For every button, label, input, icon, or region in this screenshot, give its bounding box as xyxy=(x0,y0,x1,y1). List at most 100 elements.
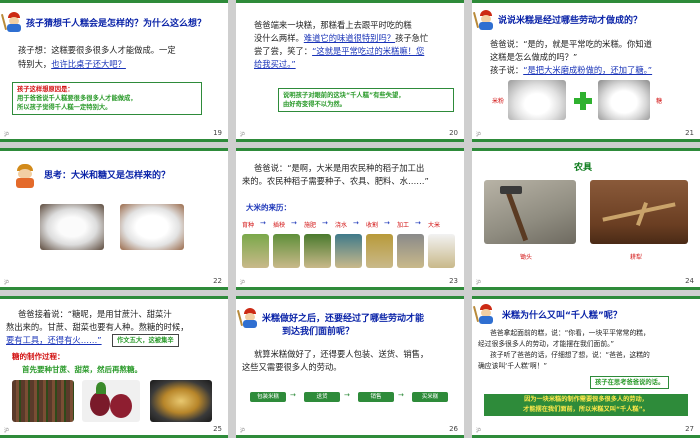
body-line: 特别大，也许比桌子还大吧？ xyxy=(18,59,126,69)
annotation-badge: 作文五大，这被集辛 xyxy=(112,334,179,347)
sugar-label: 糖 xyxy=(656,98,663,105)
flow-arrow-icon: → xyxy=(384,219,390,227)
slide-23[interactable]: 爸爸说：“是啊，大米是用农民种的稻子加工出 来的。农民种稻子需要种子、农具、肥料… xyxy=(236,148,464,290)
slide-number: 27 xyxy=(685,425,694,433)
slide-21[interactable]: 说说米糕是经过哪些劳动才做成的？ 爸爸说：“是的，就是平常吃的米糕。你知道 这糕… xyxy=(472,0,700,142)
body-line: 孩子想：这糕要很多很多人才能做成。一定 xyxy=(18,45,176,55)
flow-step-image xyxy=(242,234,269,268)
footer-text: 沪 xyxy=(476,280,482,286)
flow-step-image xyxy=(273,234,300,268)
slide-title: 孩子猜想千人糕会是怎样的？为什么这么想？ xyxy=(26,19,207,29)
flow-arrow-icon: → xyxy=(398,391,404,399)
flow-arrow-icon: → xyxy=(291,219,297,227)
body-line: 爸爸说：“是啊，大米是用农民种的稻子加工出 xyxy=(254,163,425,173)
bottom-border xyxy=(236,139,464,142)
flow-step-label: 大米 xyxy=(428,222,441,229)
flow-step-label: 育种 xyxy=(242,222,255,229)
plus-icon xyxy=(574,92,592,110)
footer-text: 沪 xyxy=(4,280,10,286)
body-line: 孩子听了爸爸的话，仔细想了想，说：“爸爸，这糕的 xyxy=(490,351,650,359)
rice-flour-label: 米粉 xyxy=(492,98,505,105)
top-border xyxy=(236,0,464,3)
slide-number: 20 xyxy=(449,129,458,137)
flow-step-button[interactable]: 销售 xyxy=(358,392,394,402)
body-line: 没什么两样。难道它的味道很特别吗？孩子急忙 xyxy=(254,33,429,43)
top-border xyxy=(236,148,464,151)
flow-step-button[interactable]: 送货 xyxy=(304,392,340,402)
top-border xyxy=(472,296,700,299)
flow-arrow-icon: → xyxy=(290,391,296,399)
body-line: 经过很多很多人的劳动，才能摆在我们面前。” xyxy=(478,340,615,348)
flow-step-image xyxy=(428,234,455,268)
slide-number: 21 xyxy=(685,129,694,137)
thinking-kid-icon xyxy=(14,164,36,188)
slide-title: 农具 xyxy=(574,163,593,173)
flow-step-label: 浇水 xyxy=(335,222,348,229)
bottom-border xyxy=(0,139,228,142)
slide-19[interactable]: 孩子猜想千人糕会是怎样的？为什么这么想？ 孩子想：这糕要很多很多人才能做成。一定… xyxy=(0,0,228,142)
slide-number: 19 xyxy=(213,129,222,137)
footer-text: 沪 xyxy=(240,428,246,434)
flow-step-button[interactable]: 包装米糕 xyxy=(250,392,286,402)
analysis-box: 孩子这样想原因是： 用于爸爸说千人糕要很多很多人才能做成， 所以孩子觉得千人糕一… xyxy=(12,82,202,115)
note-box: 孩子在思考爸爸说的话。 xyxy=(590,376,670,389)
slide-number: 24 xyxy=(685,277,694,285)
rice-image xyxy=(40,204,104,250)
footer-text: 沪 xyxy=(240,280,246,286)
slide-25[interactable]: 爸爸接着说：“糖呢，是用甘蔗汁、甜菜汁 熬出来的。甘蔗、甜菜也要有人种。熬糖的时… xyxy=(0,296,228,438)
flow-step-label: 插秧 xyxy=(273,222,286,229)
flow-step-label: 施肥 xyxy=(304,222,317,229)
flow-arrow-icon: → xyxy=(260,219,266,227)
teacher-icon xyxy=(0,12,23,32)
top-border xyxy=(0,0,228,3)
footer-text: 沪 xyxy=(476,132,482,138)
slide-20[interactable]: 爸爸端来一块糕，那糕看上去跟平时吃的糕 没什么两样。难道它的味道很特别吗？孩子急… xyxy=(236,0,464,142)
body-line: 给我买过。” xyxy=(254,59,296,69)
footer-text: 沪 xyxy=(240,132,246,138)
teacher-icon xyxy=(236,308,259,328)
analysis-box: 说明孩子对眼前的这块“千人糕”有些失望， 由好奇变得不以为然。 xyxy=(278,88,454,112)
footer-text: 沪 xyxy=(4,132,10,138)
body-line: 爸爸拿起面前的糕，说：“你看，一块平平常常的糕， xyxy=(490,329,650,337)
slide-number: 23 xyxy=(449,277,458,285)
slide-24[interactable]: 农具 锄头 耕犁 沪 24 xyxy=(472,148,700,290)
flow-arrow-icon: → xyxy=(353,219,359,227)
body-line: 就算米糕做好了，还得要人包装、送货、销售， xyxy=(254,349,429,359)
slide-27[interactable]: 米糕为什么又叫“千人糕”呢？ 爸爸拿起面前的糕，说：“你看，一块平平常常的糕， … xyxy=(472,296,700,438)
body-line: 尝了尝，笑了：“这就是平常吃过的米糕嘛！您 xyxy=(254,46,425,56)
slide-22[interactable]: 思考：大米和糖又是怎样来的？ 沪 22 xyxy=(0,148,228,290)
slide-26[interactable]: 米糕做好之后，还要经过了哪些劳动才能 到达我们面前呢？ 就算米糕做好了，还得要人… xyxy=(236,296,464,438)
body-line: 来的。农民种稻子需要种子、农具、肥料、水……” xyxy=(242,176,429,186)
hoe-label: 锄头 xyxy=(520,254,533,261)
beet-image xyxy=(82,380,140,422)
bottom-border xyxy=(236,287,464,290)
flow-step-image xyxy=(366,234,393,268)
flow-step-button[interactable]: 买米糕 xyxy=(412,392,448,402)
sugarcane-image xyxy=(12,380,74,422)
slide-title: 米糕做好之后，还要经过了哪些劳动才能 xyxy=(262,314,425,324)
sugar-image xyxy=(120,204,184,250)
top-border xyxy=(472,0,700,3)
teacher-icon xyxy=(472,304,495,324)
top-border xyxy=(0,148,228,151)
footer-text: 沪 xyxy=(476,428,482,434)
plough-label: 耕犁 xyxy=(630,254,643,261)
flow-step-image xyxy=(304,234,331,268)
bottom-border xyxy=(472,139,700,142)
flow-step-label: 收割 xyxy=(366,222,379,229)
flow-arrow-icon: → xyxy=(415,219,421,227)
flow-step-image xyxy=(397,234,424,268)
sugar-image xyxy=(598,80,650,120)
rice-flour-image xyxy=(508,80,566,120)
flow-step-label: 加工 xyxy=(397,222,410,229)
plough-image xyxy=(590,180,688,244)
body-line: 孩子说：“是把大米磨成粉做的，还加了糖。” xyxy=(490,65,653,75)
top-border xyxy=(236,296,464,299)
body-line: 爸爸端来一块糕，那糕看上去跟平时吃的糕 xyxy=(254,20,412,30)
slide-number: 26 xyxy=(449,425,458,433)
top-border xyxy=(0,296,228,299)
boiling-sugar-image xyxy=(150,380,212,422)
flow-text: 首先要种甘蔗、甜菜，然后再熬糖。 xyxy=(22,365,142,374)
top-border xyxy=(472,148,700,151)
footer-text: 沪 xyxy=(4,428,10,434)
